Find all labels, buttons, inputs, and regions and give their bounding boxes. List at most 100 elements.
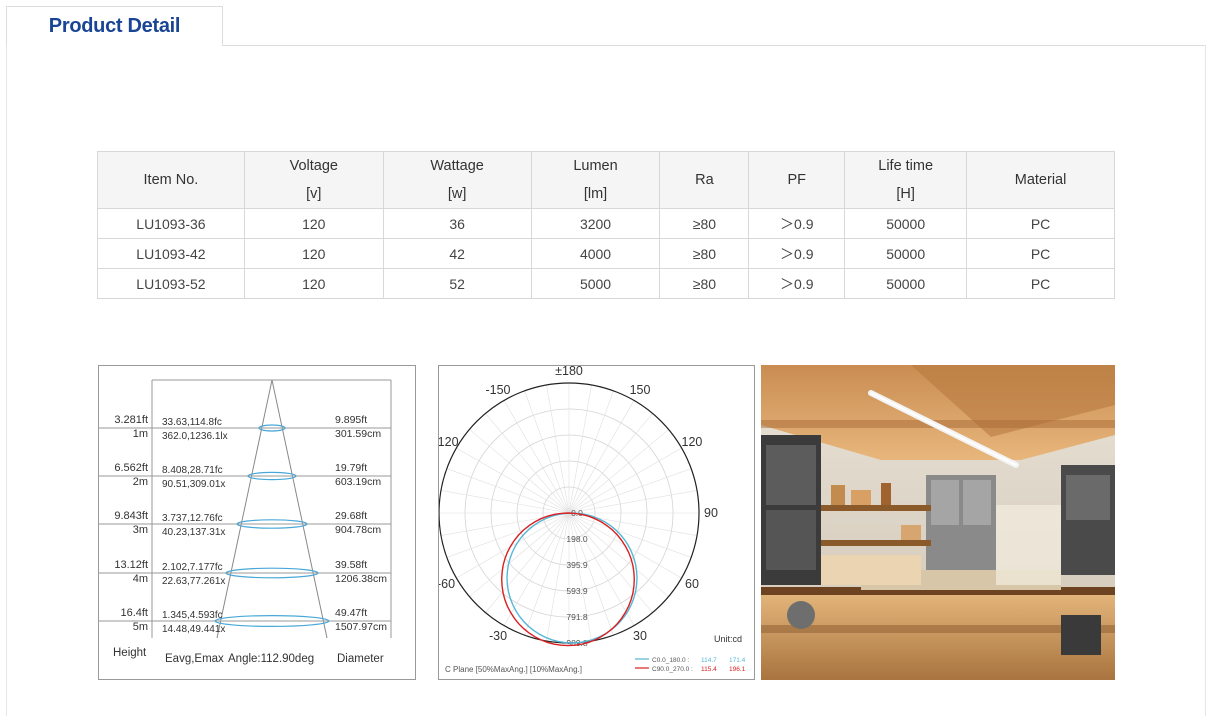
column-header-label: Lumen <box>573 158 618 174</box>
level-diam-ft: 49.47ft <box>335 607 367 619</box>
beam-edge <box>271 379 328 639</box>
table-cell: LU1093-52 <box>97 268 245 299</box>
level-fc: 8.408,28.71fc <box>162 465 223 476</box>
level-diam-cm: 1206.38cm <box>335 573 387 585</box>
table-cell: 120 <box>243 208 384 239</box>
angle-label: -60 <box>439 577 455 591</box>
level-lx: 14.48,49.441x <box>162 624 225 635</box>
column-header-label: Wattage <box>430 158 484 174</box>
table-cell: 4000 <box>530 238 661 269</box>
level-fc: 33.63,114.8fc <box>162 417 222 428</box>
illuminance-svg: 3.281ft 1m 33.63,114.8fc 362.0,1236.1lx 9.89… <box>99 379 392 665</box>
table-row: LU1093-42 120 42 4000 ≥80 ＞0.9 50000 PC <box>97 238 1115 269</box>
column-header-label: Life time <box>878 158 934 174</box>
column-header: PF <box>748 151 846 209</box>
table-cell: ≥80 <box>659 238 750 269</box>
table-cell: LU1093-36 <box>97 208 245 239</box>
level-height-ft: 6.562ft <box>114 462 148 474</box>
radial-label: 593.9 <box>566 586 588 596</box>
level-lx: 40.23,137.31x <box>162 527 225 538</box>
workshop-photo <box>761 365 1115 680</box>
level-fc: 1.345,4.593fc <box>162 610 223 621</box>
plane-label: C Plane [50%MaxAng.] [10%MaxAng.] <box>445 665 582 674</box>
footer-eavg: Eavg,Emax <box>165 653 224 665</box>
level-diam-ft: 39.58ft <box>335 559 367 571</box>
angle-label: -120 <box>439 435 459 449</box>
column-header: Lumen [lm] <box>530 151 661 209</box>
angle-label: -30 <box>489 629 507 643</box>
level-diam-ft: 9.895ft <box>335 414 367 426</box>
footer-diameter: Diameter <box>337 653 384 665</box>
angle-label: 90 <box>704 506 718 520</box>
column-header-label: Voltage <box>289 158 338 174</box>
level-height-m: 3m <box>133 524 148 536</box>
level-height-m: 4m <box>133 573 148 585</box>
angle-label: 150 <box>630 383 651 397</box>
table-cell: PC <box>966 268 1115 299</box>
beam-edge <box>216 379 273 639</box>
column-header-label: Item No. <box>143 172 199 188</box>
level-height-ft: 9.843ft <box>114 510 148 522</box>
table-row: LU1093-52 120 52 5000 ≥80 ＞0.9 50000 PC <box>97 268 1115 299</box>
tab-label: Product Detail <box>48 15 181 37</box>
table-cell: 42 <box>382 238 532 269</box>
table-body: LU1093-36 120 36 3200 ≥80 ＞0.9 50000 PC LU1093-4… <box>97 208 1115 299</box>
unit-label: Unit:cd <box>714 634 742 644</box>
angle-label: 120 <box>682 435 703 449</box>
workshop-illustration <box>761 365 1115 680</box>
spec-table: Item No. Voltage [v] Wattage [w] Lumen [lm] Ra P… <box>97 151 1115 299</box>
polar-svg: ±180-150150-120120-9090-6060-30300.0198.… <box>439 366 746 674</box>
legend-name: C90.0_270.0 : <box>652 666 693 673</box>
table-cell: 5000 <box>530 268 661 299</box>
table-cell: 50000 <box>844 208 968 239</box>
table-header-row: Item No. Voltage [v] Wattage [w] Lumen [lm] Ra P… <box>97 151 1115 209</box>
column-header-label: PF <box>787 172 807 188</box>
table-cell: LU1093-42 <box>97 238 245 269</box>
column-header-label: Material <box>1014 172 1067 188</box>
column-header-unit: [H] <box>896 186 915 202</box>
table-cell: 3200 <box>530 208 661 239</box>
column-header: Life time [H] <box>844 151 968 209</box>
level-height-m: 1m <box>133 428 148 440</box>
footer-angle: Angle:112.90deg <box>228 653 314 665</box>
table-cell: ≥80 <box>659 268 750 299</box>
tab-bar: Product Detail <box>6 6 1206 46</box>
table-cell: 120 <box>243 238 384 269</box>
table-cell: 50000 <box>844 268 968 299</box>
legend-value: 196.1 <box>729 666 746 673</box>
column-header-unit: [w] <box>447 186 467 202</box>
column-header: Material <box>966 151 1115 209</box>
level-height-m: 2m <box>133 476 148 488</box>
radial-label: 791.8 <box>566 612 588 622</box>
level-lx: 22.63,77.261x <box>162 576 225 587</box>
table-cell: ＞0.9 <box>748 268 846 299</box>
tab-product-detail[interactable]: Product Detail <box>6 6 223 46</box>
table-cell: ＞0.9 <box>748 238 846 269</box>
level-diam-cm: 1507.97cm <box>335 621 387 633</box>
level-diam-ft: 19.79ft <box>335 462 367 474</box>
column-header-label: Ra <box>695 172 714 188</box>
column-header-unit: [lm] <box>583 186 608 202</box>
angle-label: 60 <box>685 577 699 591</box>
angle-label: ±180 <box>555 366 583 378</box>
distribution-curve <box>500 512 636 647</box>
table-row: LU1093-36 120 36 3200 ≥80 ＞0.9 50000 PC <box>97 208 1115 239</box>
legend-name: C0.0_180.0 : <box>652 657 689 664</box>
column-header-unit: [v] <box>306 186 322 202</box>
table-cell: 52 <box>382 268 532 299</box>
column-header: Ra <box>659 151 750 209</box>
table-cell: 36 <box>382 208 532 239</box>
table-cell: 120 <box>243 268 384 299</box>
level-fc: 3.737,12.76fc <box>162 513 223 524</box>
level-diam-cm: 301.59cm <box>335 428 381 440</box>
table-cell: ＞0.9 <box>748 208 846 239</box>
level-height-ft: 3.281ft <box>114 414 148 426</box>
table-cell: PC <box>966 208 1115 239</box>
polar-chart: ±180-150150-120120-9090-6060-30300.0198.… <box>438 365 755 680</box>
legend-value: 114.7 <box>701 657 717 664</box>
level-lx: 362.0,1236.1lx <box>162 431 228 442</box>
legend-value: 171.4 <box>729 657 746 664</box>
radial-label: 395.9 <box>566 560 588 570</box>
angle-label: -150 <box>485 383 510 397</box>
footer-height: Height <box>113 647 147 659</box>
